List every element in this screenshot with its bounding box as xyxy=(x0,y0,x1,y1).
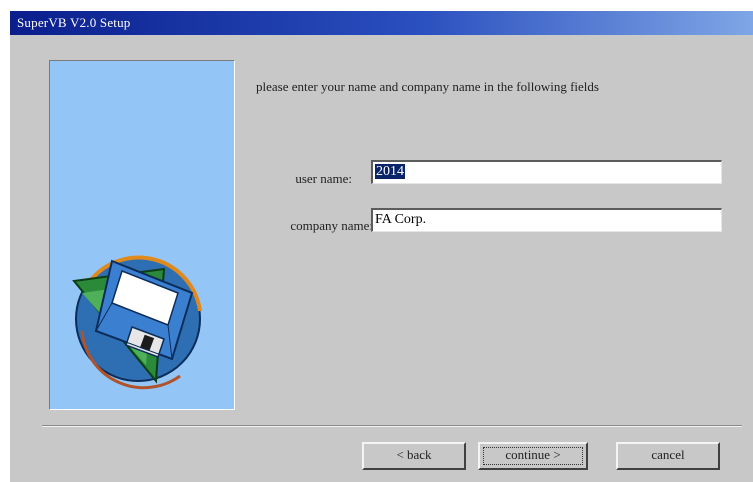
setup-disk-icon xyxy=(72,255,202,390)
instruction-text: please enter your name and company name … xyxy=(256,79,599,94)
separator-line xyxy=(42,425,742,427)
setup-dialog: SuperVB V2.0 Setup please enter your nam… xyxy=(10,11,753,482)
title-bar[interactable]: SuperVB V2.0 Setup xyxy=(10,11,753,35)
back-button[interactable]: < back xyxy=(362,442,466,470)
company-name-field[interactable]: FA Corp. xyxy=(371,208,722,232)
side-image-panel xyxy=(49,60,235,410)
company-name-value: FA Corp. xyxy=(375,212,427,227)
company-name-label: company name: xyxy=(290,218,373,233)
cancel-button[interactable]: cancel xyxy=(616,442,720,470)
user-name-label: user name: xyxy=(295,171,352,186)
window-title: SuperVB V2.0 Setup xyxy=(17,15,131,30)
continue-button[interactable]: continue > xyxy=(478,442,588,470)
user-name-value: 2014 xyxy=(375,164,405,179)
user-name-field[interactable]: 2014 xyxy=(371,160,722,184)
